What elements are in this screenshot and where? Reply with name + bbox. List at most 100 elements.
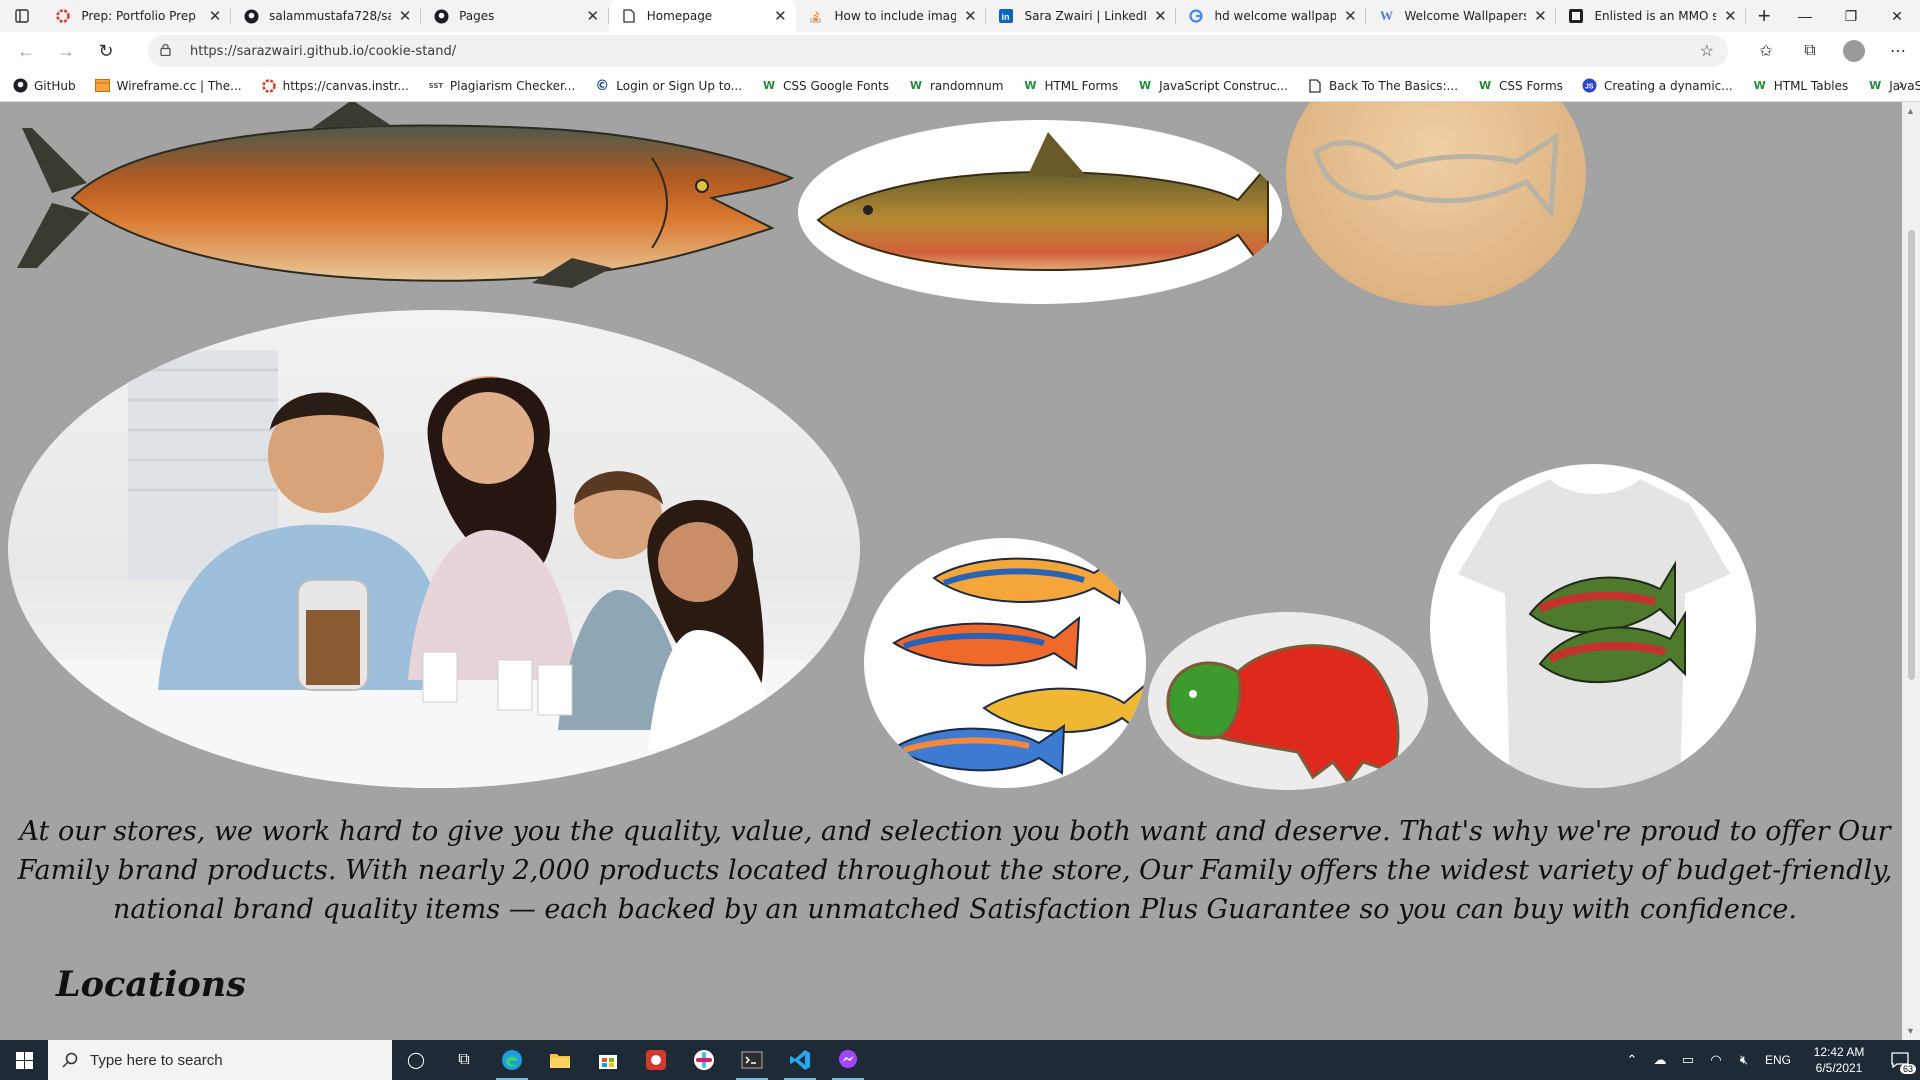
salmon-cookie-oval-image xyxy=(1148,612,1428,790)
browser-toolbar: ← → ↻ https://sarazwairi.github.io/cooki… xyxy=(0,32,1920,70)
volume-muted-icon[interactable]: 🔇︎ xyxy=(1730,1052,1758,1068)
bookmark-4[interactable]: © Login or Sign Up to... xyxy=(594,78,742,94)
notification-center-button[interactable]: 63 xyxy=(1880,1040,1920,1080)
tab-8[interactable]: Enlisted is an MMO sc ✕ xyxy=(1556,0,1747,32)
bookmark-label: GitHub xyxy=(34,78,76,93)
taskbar-search[interactable]: Type here to search xyxy=(48,1040,392,1080)
bookmark-1[interactable]: Wireframe.cc | The... xyxy=(95,78,242,94)
minimize-icon: — xyxy=(1798,8,1812,24)
tab-4[interactable]: How to include image ✕ xyxy=(796,0,987,32)
page-scrollbar[interactable]: ▲ ▼ xyxy=(1902,102,1920,1040)
tab-actions-button[interactable] xyxy=(0,0,43,32)
tab-title: Homepage xyxy=(646,9,713,23)
js-icon: JS xyxy=(1582,78,1598,94)
red-app-icon xyxy=(646,1050,666,1070)
fish-cookie-cutter-image xyxy=(1286,102,1586,306)
windows-logo-icon xyxy=(15,1051,33,1069)
bookmark-12[interactable]: W HTML Tables xyxy=(1752,78,1849,94)
close-icon[interactable]: ✕ xyxy=(772,8,788,25)
close-icon[interactable]: ✕ xyxy=(1342,8,1358,25)
bookmark-label: Back To The Basics:... xyxy=(1328,78,1459,93)
close-icon[interactable]: ✕ xyxy=(397,8,413,25)
taskbar-store[interactable] xyxy=(584,1040,632,1080)
clock-date: 6/5/2021 xyxy=(1815,1061,1863,1075)
collections-icon[interactable]: ⧉ xyxy=(1788,42,1832,60)
language-indicator[interactable]: ENG xyxy=(1758,1053,1798,1067)
tab-1[interactable]: salammustafa728/sala ✕ xyxy=(231,0,422,32)
minimize-button[interactable]: — xyxy=(1782,0,1828,32)
taskbar-chrome[interactable] xyxy=(632,1040,680,1080)
tab-5[interactable]: in Sara Zwairi | LinkedIn ✕ xyxy=(986,0,1177,32)
bookmark-5[interactable]: W CSS Google Fonts xyxy=(761,78,889,94)
bookmark-10[interactable]: W CSS Forms xyxy=(1477,78,1563,94)
add-favorite-icon[interactable]: ☆ xyxy=(1700,41,1714,61)
bookmark-3[interactable]: SST Plagiarism Checker... xyxy=(428,78,576,94)
forward-button[interactable]: → xyxy=(46,35,86,67)
close-icon[interactable]: ✕ xyxy=(1722,8,1738,25)
close-icon[interactable]: ✕ xyxy=(962,8,978,25)
window-controls: — ❐ ✕ xyxy=(1782,0,1920,32)
github-icon xyxy=(243,8,259,24)
start-button[interactable] xyxy=(0,1040,48,1080)
wifi-icon[interactable]: ◠ xyxy=(1702,1052,1730,1068)
battery-icon[interactable]: ▭ xyxy=(1674,1052,1702,1068)
taskbar-messenger[interactable] xyxy=(824,1040,872,1080)
more-menu-icon[interactable]: ⋯ xyxy=(1876,41,1920,61)
terminal-icon xyxy=(741,1051,763,1069)
address-bar[interactable]: https://sarazwairi.github.io/cookie-stan… xyxy=(148,35,1728,67)
close-window-button[interactable]: ✕ xyxy=(1874,0,1920,32)
store-icon xyxy=(599,1055,617,1069)
w3schools-icon: W xyxy=(1869,79,1882,92)
bookmark-label: JavaScript Construc... xyxy=(1159,78,1288,93)
tab-0[interactable]: Prep: Portfolio Prep ✕ xyxy=(43,0,231,32)
tab-3[interactable]: Homepage ✕ xyxy=(608,0,797,32)
close-icon[interactable]: ✕ xyxy=(1532,8,1548,25)
github-icon xyxy=(12,78,28,94)
tab-actions-icon xyxy=(15,9,29,23)
taskbar-edge[interactable] xyxy=(488,1040,536,1080)
scrollbar-thumb[interactable] xyxy=(1908,230,1915,680)
tab-7[interactable]: W Welcome Wallpapers ✕ xyxy=(1366,0,1557,32)
favorites-icon[interactable]: ✩ xyxy=(1744,41,1788,61)
back-button[interactable]: ← xyxy=(6,35,46,67)
profile-avatar[interactable] xyxy=(1843,40,1865,62)
family-cookies-oval-image xyxy=(8,310,860,788)
plus-icon: + xyxy=(1757,3,1771,28)
taskbar-slack[interactable] xyxy=(680,1040,728,1080)
bookmark-0[interactable]: GitHub xyxy=(12,78,76,94)
onedrive-icon[interactable]: ☁ xyxy=(1646,1052,1674,1068)
scroll-up-icon[interactable]: ▲ xyxy=(1906,106,1915,116)
restore-icon: ❐ xyxy=(1844,7,1858,24)
w3schools-icon: W xyxy=(1753,79,1766,92)
bookmark-label: Creating a dynamic... xyxy=(1603,78,1733,93)
url-text[interactable]: https://sarazwairi.github.io/cookie-stan… xyxy=(190,44,456,59)
bookmark-8[interactable]: W JavaScript Construc... xyxy=(1137,78,1288,94)
bookmark-2[interactable]: https://canvas.instr... xyxy=(261,78,409,94)
bookmark-13[interactable]: W JavaScript HTML D... xyxy=(1867,78,1920,94)
scroll-down-icon[interactable]: ▼ xyxy=(1906,1026,1915,1036)
close-icon[interactable]: ✕ xyxy=(1152,8,1168,25)
salmon-illustration-image xyxy=(12,102,798,298)
github-icon xyxy=(433,8,449,24)
tab-6[interactable]: hd welcome wallpaper ✕ xyxy=(1176,0,1367,32)
taskbar-file-explorer[interactable] xyxy=(536,1040,584,1080)
bookmark-label: randomnum xyxy=(929,78,1004,93)
maximize-button[interactable]: ❐ xyxy=(1828,0,1874,32)
bookmark-9[interactable]: Back To The Basics:... xyxy=(1307,78,1458,94)
taskbar-terminal[interactable] xyxy=(728,1040,776,1080)
refresh-button[interactable]: ↻ xyxy=(86,35,126,67)
new-tab-button[interactable]: + xyxy=(1746,0,1782,32)
bookmark-11[interactable]: JS Creating a dynamic... xyxy=(1582,78,1733,94)
taskbar-vscode[interactable] xyxy=(776,1040,824,1080)
task-view-button[interactable]: ⧉ xyxy=(440,1040,488,1080)
bookmark-7[interactable]: W HTML Forms xyxy=(1022,78,1118,94)
w3schools-icon: W xyxy=(1478,79,1492,92)
chevron-right-icon[interactable]: › xyxy=(1899,76,1904,94)
tab-2[interactable]: Pages ✕ xyxy=(421,0,609,32)
close-icon[interactable]: ✕ xyxy=(585,8,601,25)
bookmark-6[interactable]: W randomnum xyxy=(908,78,1004,94)
cortana-button[interactable]: ◯ xyxy=(392,1040,440,1080)
clock[interactable]: 12:42 AM 6/5/2021 xyxy=(1798,1044,1880,1076)
chevron-up-icon[interactable]: ⌃ xyxy=(1618,1052,1646,1068)
close-icon[interactable]: ✕ xyxy=(207,8,223,25)
